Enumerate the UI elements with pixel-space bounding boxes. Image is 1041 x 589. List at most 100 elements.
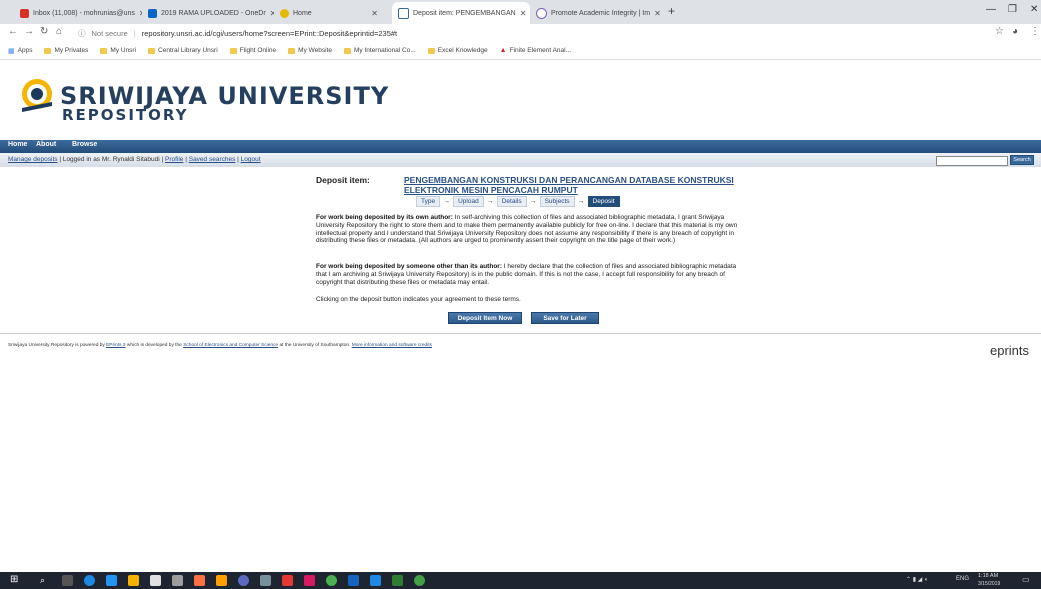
windows-start-icon[interactable]: ⊞ <box>10 574 21 585</box>
app-icon[interactable] <box>238 575 249 586</box>
saved-searches-link[interactable]: Saved searches <box>189 156 236 163</box>
app-icon[interactable] <box>260 575 271 586</box>
logout-link[interactable]: Logout <box>241 156 261 163</box>
mail-icon[interactable] <box>150 575 161 586</box>
step-details[interactable]: Details <box>496 196 527 207</box>
bookmark-my-unsri[interactable]: My Unsri <box>100 47 136 54</box>
footer-pre: Sriwijaya University Repository is power… <box>8 343 107 348</box>
menu-browse[interactable]: Browse <box>72 141 97 148</box>
tab-title: Home <box>293 9 312 17</box>
bookmark-flight-online[interactable]: Flight Online <box>229 47 276 54</box>
bookmark-central-library[interactable]: Central Library Unsri <box>148 47 218 54</box>
close-icon[interactable]: ✕ <box>367 9 378 18</box>
bookmark-label: Excel Knowledge <box>437 47 488 54</box>
acrobat-icon[interactable] <box>282 575 293 586</box>
close-icon[interactable]: ✕ <box>516 9 527 18</box>
excel-icon[interactable] <box>392 575 403 586</box>
chrome-icon[interactable] <box>326 575 337 586</box>
url-bar[interactable]: ⓘ Not secure | repository.unsri.ac.id/cg… <box>78 26 958 40</box>
bookmark-star-icon[interactable]: ☆ <box>995 26 1004 37</box>
bookmark-finite-element[interactable]: ▲ Finite Element Anal... <box>500 47 571 54</box>
reload-icon[interactable]: ↻ <box>40 26 48 37</box>
deposit-item-now-button[interactable]: Deposit Item Now <box>448 312 522 324</box>
tab-title: Promote Academic Integrity | Im <box>551 9 651 17</box>
tab-home[interactable]: Home ✕ <box>274 2 384 24</box>
step-upload[interactable]: Upload <box>453 196 484 207</box>
close-icon[interactable]: ✕ <box>266 9 274 18</box>
system-tray-icons[interactable]: ⌃ ▮ ◢ ◖ <box>906 576 928 583</box>
task-view-icon[interactable] <box>62 575 73 586</box>
search-input[interactable] <box>936 156 1008 166</box>
tab-gmail[interactable]: Inbox (11,008) - mohrunias@uns ✕ <box>14 2 142 24</box>
non-author-statement-heading: For work being deposited by someone othe… <box>316 263 502 270</box>
bookmark-label: Apps <box>17 47 33 54</box>
tab-deposit[interactable]: Deposit item: PENGEMBANGAN ✕ <box>392 2 530 24</box>
new-tab-button[interactable]: + <box>668 4 675 18</box>
clock-time[interactable]: 1:18 AM <box>978 573 998 579</box>
back-icon[interactable]: ← <box>8 26 18 37</box>
clock-date[interactable]: 3/15/2019 <box>978 581 1000 587</box>
file-explorer-icon[interactable] <box>128 575 139 586</box>
whatsapp-icon[interactable] <box>414 575 425 586</box>
step-deposit[interactable]: Deposit <box>587 196 620 207</box>
school-link[interactable]: School of Electronics and Computer Scien… <box>183 343 278 348</box>
footer-mid: which is developed by the <box>125 343 184 348</box>
step-subjects[interactable]: Subjects <box>539 196 575 207</box>
author-statement-heading: For work being deposited by its own auth… <box>316 214 453 221</box>
window-close-icon[interactable]: ✕ <box>1030 4 1038 15</box>
tab-academic-integrity[interactable]: Promote Academic Integrity | Im ✕ <box>530 2 664 24</box>
close-icon[interactable]: ✕ <box>650 9 661 18</box>
site-subtitle: REPOSITORY <box>62 106 189 124</box>
profile-link[interactable]: Profile <box>165 156 183 163</box>
profile-icon[interactable]: ◕ <box>1012 26 1018 37</box>
search-icon[interactable]: ⌕ <box>40 575 51 586</box>
app-icon[interactable] <box>370 575 381 586</box>
search-button[interactable]: Search <box>1010 155 1034 165</box>
footer-post: at the University of Southampton. <box>278 343 352 348</box>
bookmark-my-privates[interactable]: My Privates <box>44 47 88 54</box>
maximize-icon[interactable]: ❐ <box>1008 4 1017 15</box>
bookmark-my-international[interactable]: My International Co... <box>344 47 416 54</box>
calculator-icon[interactable] <box>172 575 183 586</box>
bookmark-label: My International Co... <box>354 47 416 54</box>
tab-onedrive[interactable]: 2019 RAMA UPLOADED - OneDr ✕ <box>142 2 274 24</box>
eprints-link[interactable]: EPrints 3 <box>106 343 125 348</box>
logged-in-text: Logged in as Mr. Rynaldi Sitabudi <box>62 156 160 163</box>
edge-icon[interactable] <box>84 575 95 586</box>
forward-icon[interactable]: → <box>24 26 34 37</box>
sriwijaya-logo-icon <box>22 79 52 112</box>
close-icon[interactable]: ✕ <box>135 9 142 18</box>
gmail-icon <box>20 8 29 18</box>
info-icon[interactable]: ⓘ <box>78 28 86 39</box>
app-icon[interactable] <box>304 575 315 586</box>
bookmarks-bar: ▦ Apps My Privates My Unsri Central Libra… <box>0 42 1041 60</box>
bookmark-excel-knowledge[interactable]: Excel Knowledge <box>427 47 488 54</box>
app-icon[interactable] <box>194 575 205 586</box>
bookmark-label: My Privates <box>54 47 89 54</box>
menu-home[interactable]: Home <box>8 141 27 148</box>
credits-link[interactable]: More information and software credits <box>352 343 432 348</box>
bookmark-my-website[interactable]: My Website <box>288 47 332 54</box>
footer-text: Sriwijaya University Repository is power… <box>8 343 432 348</box>
arrow-right-icon: → <box>529 198 537 205</box>
minimize-icon[interactable]: — <box>986 4 996 15</box>
app-icon[interactable] <box>216 575 227 586</box>
bookmark-apps[interactable]: ▦ Apps <box>8 47 32 55</box>
language-indicator[interactable]: ENG <box>956 576 969 582</box>
onedrive-icon <box>148 8 157 18</box>
save-for-later-button[interactable]: Save for Later <box>531 312 599 324</box>
store-icon[interactable] <box>106 575 117 586</box>
menu-kebab-icon[interactable]: ⋮ <box>1030 26 1040 37</box>
deposit-item-title[interactable]: PENGEMBANGAN KONSTRUKSI DAN PERANCANGAN … <box>404 175 744 195</box>
word-icon[interactable] <box>348 575 359 586</box>
folder-icon <box>288 47 296 54</box>
notification-icon[interactable]: ▭ <box>1022 575 1030 584</box>
manage-deposits-link[interactable]: Manage deposits <box>8 156 58 163</box>
footer-divider <box>0 333 1041 334</box>
step-type[interactable]: Type <box>416 196 441 207</box>
folder-icon <box>229 47 237 54</box>
menu-about[interactable]: About <box>36 141 56 148</box>
home-icon[interactable]: ⌂ <box>56 26 62 37</box>
eprints-logo[interactable]: eprints <box>990 343 1029 358</box>
main-menu: Home About Browse <box>0 140 1041 153</box>
